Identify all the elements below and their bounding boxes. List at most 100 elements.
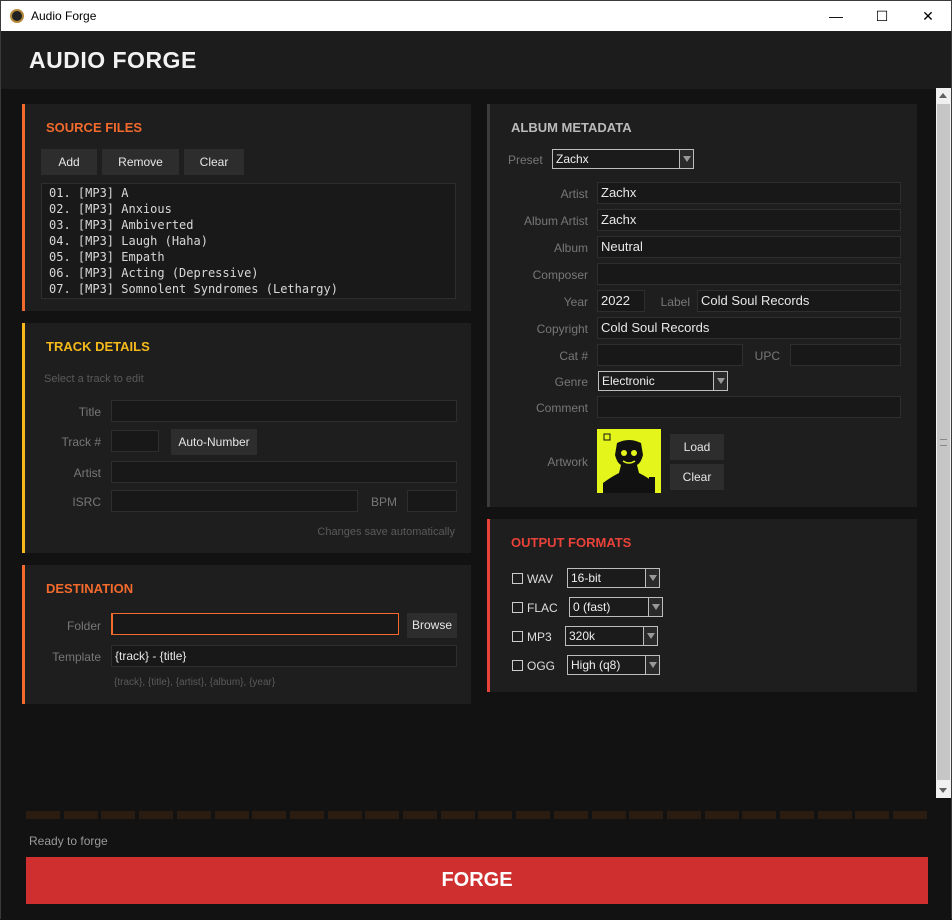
album-label: Album [553,241,588,255]
progress-segment [780,811,814,819]
scroll-up-icon[interactable] [936,88,951,103]
progress-segment [553,811,588,819]
maximize-button[interactable]: ☐ [859,1,905,31]
footer: Ready to forge FORGE [1,798,951,920]
browse-button[interactable]: Browse [407,613,457,638]
progress-segment [666,811,701,819]
flac-checkbox[interactable] [512,602,523,613]
bpm-label: BPM [370,495,397,509]
output-formats-panel: OUTPUT FORMATS WAV 16-bit FLAC 0 (fast) … [487,519,917,692]
auto-number-button[interactable]: Auto-Number [171,429,257,455]
list-item[interactable]: 04. [MP3] Laugh (Haha) [49,233,455,249]
folder-input[interactable] [111,613,399,635]
artwork-image [597,429,661,493]
chevron-down-icon [648,598,662,616]
isrc-input[interactable] [111,490,358,512]
status-text: Ready to forge [29,834,108,848]
wav-checkbox[interactable] [512,573,523,584]
genre-label: Genre [554,375,588,389]
track-artist-input[interactable] [111,461,457,483]
isrc-label: ISRC [72,495,101,509]
flac-option-select[interactable]: 0 (fast) [569,597,663,617]
progress-segment [289,811,324,819]
artwork-label: Artwork [547,455,588,469]
title-bar: Audio Forge — ☐ ✕ [1,1,951,31]
forge-button[interactable]: FORGE [26,857,928,904]
progress-segment [629,811,664,819]
source-file-list[interactable]: 01. [MP3] A 02. [MP3] Anxious 03. [MP3] … [41,183,456,299]
artist-input[interactable]: Zachx [597,182,901,204]
load-artwork-button[interactable]: Load [670,434,724,460]
upc-label: UPC [754,349,780,363]
composer-label: Composer [532,268,588,282]
list-item[interactable]: 06. [MP3] Acting (Depressive) [49,265,455,281]
cat-number-input[interactable] [597,344,743,366]
ogg-option-select[interactable]: High (q8) [567,655,660,675]
track-title-input[interactable] [111,400,457,422]
progress-segment [817,811,852,819]
track-artist-label: Artist [73,466,101,480]
track-details-heading: TRACK DETAILS [46,339,150,354]
progress-segment [704,811,739,819]
mp3-option-value: 320k [569,629,596,643]
template-input[interactable]: {track} - {title} [111,645,457,667]
source-files-panel: SOURCE FILES Add Remove Clear 01. [MP3] … [22,104,471,311]
scrollbar-thumb[interactable] [937,104,950,780]
app-header: AUDIO FORGE [1,31,951,89]
progress-segment [365,811,400,819]
flac-label: FLAC [527,601,558,615]
list-item[interactable]: 07. [MP3] Somnolent Syndromes (Lethargy) [49,281,455,297]
album-artist-label: Album Artist [523,214,588,228]
vertical-scrollbar[interactable] [936,88,951,798]
track-number-input[interactable] [111,430,159,452]
progress-segment [101,811,136,819]
preset-select[interactable]: Zachx [552,149,694,169]
album-artist-input[interactable]: Zachx [597,209,901,231]
album-input[interactable]: Neutral [597,236,901,258]
progress-segment [214,811,249,819]
scroll-down-icon[interactable] [936,783,951,798]
source-files-heading: SOURCE FILES [46,120,143,135]
progress-segment [516,811,551,819]
flac-option-value: 0 (fast) [573,600,611,614]
comment-input[interactable] [597,396,901,418]
progress-segment [139,811,174,819]
list-item[interactable]: 05. [MP3] Empath [49,249,455,265]
ogg-option-value: High (q8) [571,658,621,672]
app-window: Audio Forge — ☐ ✕ AUDIO FORGE SOURCE FIL… [0,0,952,920]
progress-segment [63,811,98,819]
year-input[interactable]: 2022 [597,290,645,312]
progress-segment [893,811,928,819]
destination-heading: DESTINATION [46,581,134,596]
bpm-input[interactable] [407,490,457,512]
list-item[interactable]: 02. [MP3] Anxious [49,201,455,217]
mp3-checkbox[interactable] [512,631,523,642]
minimize-button[interactable]: — [813,1,859,31]
ogg-checkbox[interactable] [512,660,523,671]
chevron-down-icon [645,569,659,587]
progress-segment [26,811,60,819]
mp3-option-select[interactable]: 320k [565,626,658,646]
record-label-input[interactable]: Cold Soul Records [697,290,901,312]
progress-segment [855,811,890,819]
wav-option-select[interactable]: 16-bit [567,568,660,588]
window-title: Audio Forge [31,9,97,23]
clear-artwork-button[interactable]: Clear [670,464,724,490]
progress-segment [478,811,513,819]
progress-segment [252,811,287,819]
close-button[interactable]: ✕ [905,1,951,31]
clear-files-button[interactable]: Clear [184,149,244,175]
list-item[interactable]: 03. [MP3] Ambiverted [49,217,455,233]
genre-select[interactable]: Electronic [598,371,728,391]
album-metadata-heading: ALBUM METADATA [511,120,632,135]
add-button[interactable]: Add [41,149,97,175]
genre-value: Electronic [602,374,655,388]
preset-value: Zachx [556,152,589,166]
remove-button[interactable]: Remove [102,149,179,175]
title-label: Title [78,405,101,419]
composer-input[interactable] [597,263,901,285]
copyright-input[interactable]: Cold Soul Records [597,317,901,339]
list-item[interactable]: 01. [MP3] A [49,185,455,201]
folder-label: Folder [66,619,101,633]
upc-input[interactable] [790,344,901,366]
